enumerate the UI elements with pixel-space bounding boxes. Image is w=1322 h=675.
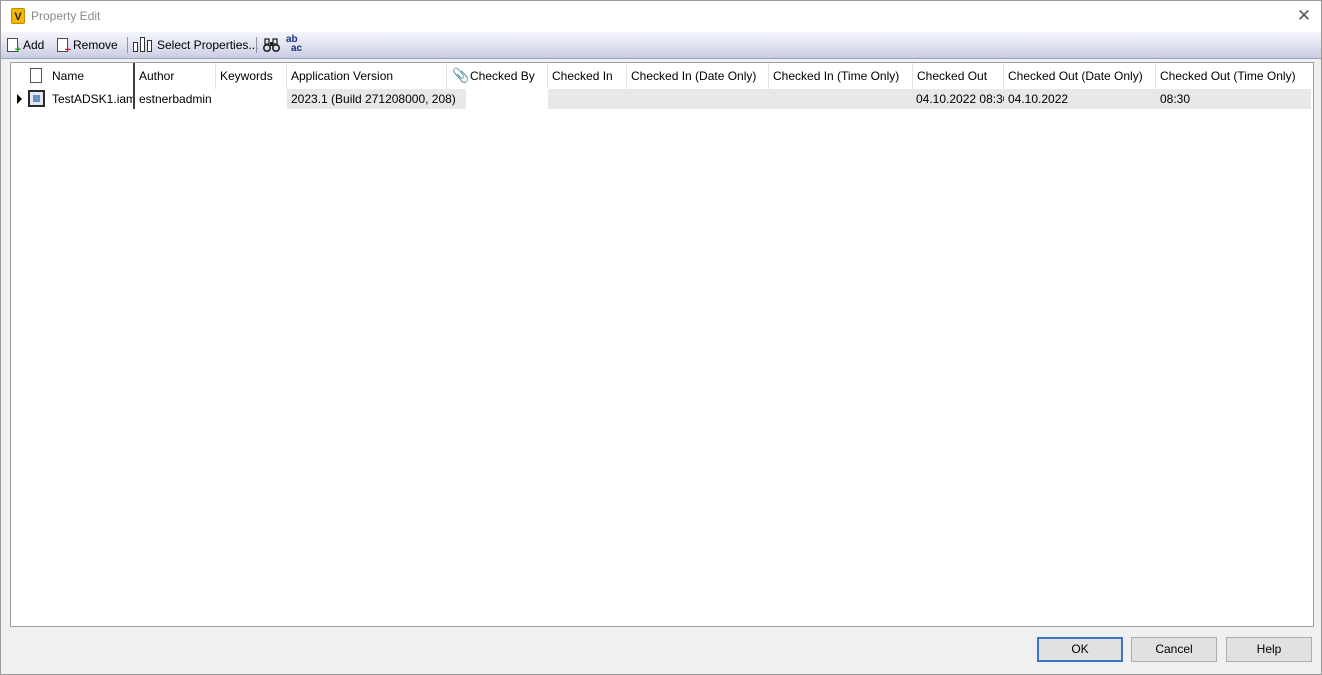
remove-document-icon: − <box>57 38 71 56</box>
cell-checked-out-date[interactable]: 04.10.2022 <box>1004 89 1156 109</box>
cell-checked-by[interactable] <box>466 89 548 109</box>
column-header-application-version[interactable]: Application Version <box>287 63 447 89</box>
cell-checked-out[interactable]: 04.10.2022 08:30 <box>913 89 1004 109</box>
properties-grid: Name Author Keywords Application Version… <box>10 62 1314 627</box>
columns-icon <box>133 37 152 52</box>
window-title: Property Edit <box>31 9 101 23</box>
toolbar-separator <box>256 37 257 53</box>
cell-checked-in-time[interactable] <box>769 89 913 109</box>
column-header-checked-in[interactable]: Checked In <box>548 63 627 89</box>
cell-checked-in-date[interactable] <box>627 89 769 109</box>
row-selector-arrow-icon <box>17 94 22 104</box>
column-header-checked-out-time[interactable]: Checked Out (Time Only) <box>1156 63 1311 89</box>
help-button[interactable]: Help <box>1226 637 1312 662</box>
column-header-checked-out-date[interactable]: Checked Out (Date Only) <box>1004 63 1156 89</box>
replace-button[interactable]: ab ac <box>286 35 302 55</box>
select-properties-label: Select Properties... <box>157 38 259 52</box>
title-bar: V Property Edit ✕ <box>1 1 1321 32</box>
toolbar: + Add − Remove Select Properties... ab a… <box>1 32 1321 59</box>
column-header-checked-in-date[interactable]: Checked In (Date Only) <box>627 63 769 89</box>
cell-keywords[interactable] <box>216 89 287 109</box>
column-header-author[interactable]: Author <box>135 63 216 89</box>
replace-glyph-bottom: ac <box>291 43 303 54</box>
property-edit-dialog: V Property Edit ✕ + Add − Remove Select … <box>0 0 1322 675</box>
cell-author[interactable]: estnerbadmin <box>135 89 216 109</box>
grid-header: Name Author Keywords Application Version… <box>11 63 1313 89</box>
toolbar-separator <box>127 37 128 53</box>
vault-app-icon: V <box>11 8 25 24</box>
add-button[interactable]: + Add <box>7 35 45 56</box>
find-button[interactable] <box>263 35 280 55</box>
assembly-file-icon <box>28 90 45 107</box>
remove-label: Remove <box>73 38 118 52</box>
add-label: Add <box>23 38 45 52</box>
remove-button[interactable]: − Remove <box>57 35 118 56</box>
cancel-button[interactable]: Cancel <box>1131 637 1217 662</box>
cell-checked-in[interactable] <box>548 89 627 109</box>
cell-application-version[interactable]: 2023.1 (Build 271208000, 208) <box>287 89 466 109</box>
column-header-keywords[interactable]: Keywords <box>216 63 287 89</box>
binoculars-icon <box>263 37 280 52</box>
select-properties-button[interactable]: Select Properties... <box>133 35 258 55</box>
column-header-checked-in-time[interactable]: Checked In (Time Only) <box>769 63 913 89</box>
column-header-checked-out[interactable]: Checked Out <box>913 63 1004 89</box>
document-column-icon <box>30 68 42 83</box>
paperclip-icon[interactable]: 📎 <box>452 63 469 89</box>
table-row[interactable]: TestADSK1.iam estnerbadmin 2023.1 (Build… <box>11 89 1313 109</box>
column-header-name[interactable]: Name <box>48 63 135 89</box>
add-document-icon: + <box>7 38 21 56</box>
close-button[interactable]: ✕ <box>1289 1 1319 31</box>
cell-name[interactable]: TestADSK1.iam <box>48 89 135 109</box>
column-header-checked-by[interactable]: Checked By <box>466 63 548 89</box>
cell-checked-out-time[interactable]: 08:30 <box>1156 89 1311 109</box>
ok-button[interactable]: OK <box>1037 637 1123 662</box>
